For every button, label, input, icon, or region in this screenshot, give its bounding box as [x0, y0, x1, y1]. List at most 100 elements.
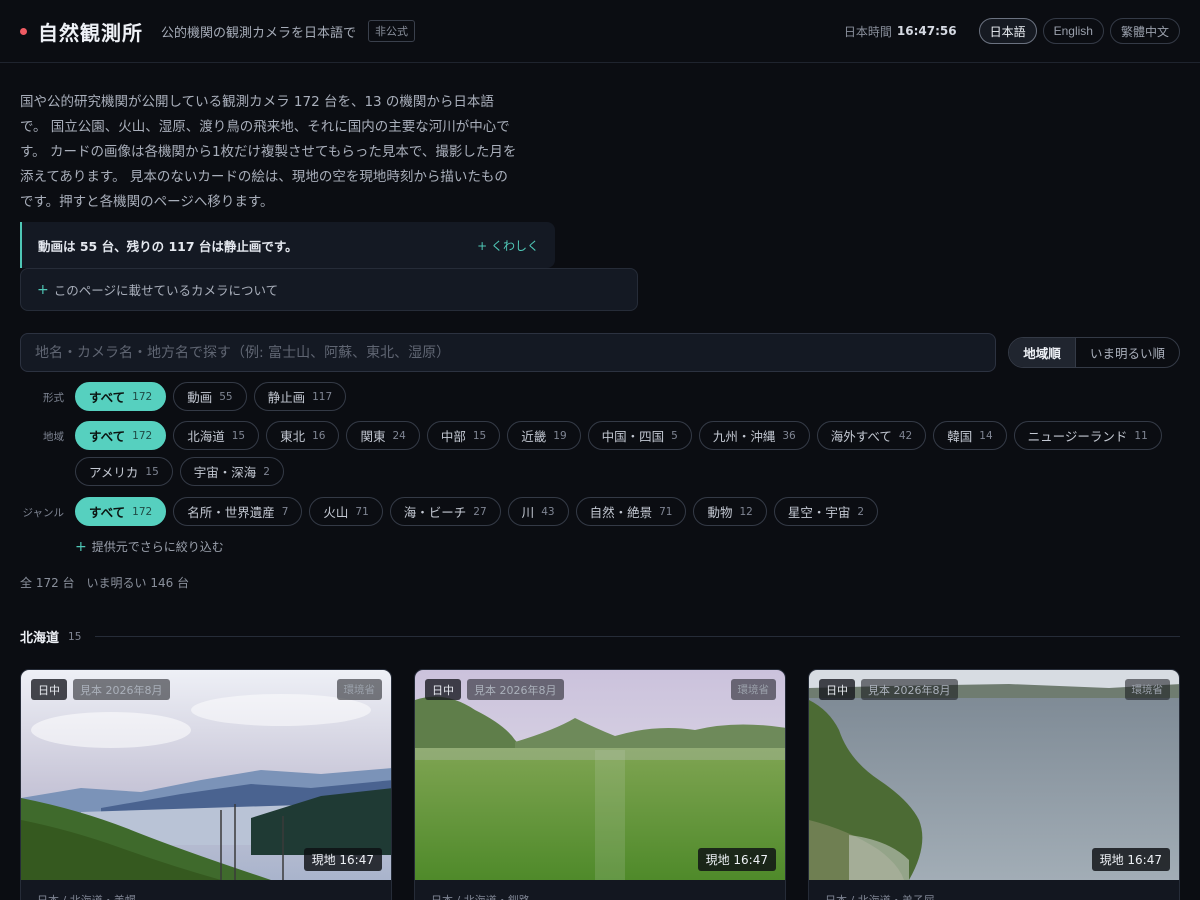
chip-count: 12: [739, 505, 753, 518]
chip-label: 火山: [323, 505, 349, 520]
camera-location: 日本 / 北海道・弟子屈: [825, 892, 935, 900]
agency-tag: 環境省: [336, 679, 382, 700]
notice-more-link[interactable]: + くわしく: [477, 237, 539, 254]
daytime-tag: 日中: [819, 679, 855, 700]
plus-icon: +: [37, 281, 49, 298]
chip-count: 15: [231, 429, 246, 442]
region-chip-kanto[interactable]: 関東 24: [346, 421, 420, 450]
region-chip-new-zealand[interactable]: ニュージーランド 11: [1013, 421, 1162, 450]
clock-label: 日本時間: [843, 24, 892, 39]
region-chip-korea[interactable]: 韓国 14: [933, 421, 1007, 450]
about-cameras-toggle[interactable]: + このページに載せているカメラについて: [20, 268, 638, 311]
region-filter-label: 地域: [43, 431, 64, 443]
daytime-tag: 日中: [31, 679, 67, 700]
genre-chip-volcano[interactable]: 火山 71: [309, 497, 383, 526]
chip-label: 中部: [440, 429, 466, 444]
genre-chip-animals[interactable]: 動物 12: [693, 497, 767, 526]
region-chip-all[interactable]: すべて 172: [75, 421, 167, 450]
format-chip-still[interactable]: 静止画 117: [253, 382, 347, 411]
chip-label: 動画: [187, 390, 213, 405]
sort-toggle: 地域順 いま明るい順: [1008, 337, 1180, 368]
chip-label: 自然・絶景: [589, 505, 653, 520]
genre-chip-landmarks[interactable]: 名所・世界遺産 7: [173, 497, 303, 526]
chip-label: すべて: [89, 505, 126, 520]
live-indicator-dot: [20, 27, 27, 35]
lang-traditional-chinese-button[interactable]: 繁體中文: [1109, 18, 1180, 44]
chip-count: 7: [281, 505, 289, 518]
header-controls: 日本時間 16:47:56 日本語 English 繁體中文: [844, 18, 1180, 44]
chip-count: 55: [219, 390, 233, 403]
total-count: 全 172 台: [20, 576, 75, 590]
chip-count: 16: [312, 429, 326, 442]
provider-filter-label: 提供元でさらに絞り込む: [91, 540, 224, 554]
intro-paragraph: 国や公的研究機関が公開している観測カメラ 172 台を、13 の機関から日本語で…: [20, 94, 517, 210]
camera-card[interactable]: 日中 見本 2026年8月 環境省 現地 16:47 日本 / 北海道・弟子屈: [808, 669, 1180, 900]
site-title[interactable]: 自然観測所: [38, 17, 143, 46]
camera-card[interactable]: 日中 見本 2026年8月 環境省 現地 16:47 日本 / 北海道・釧路: [414, 669, 786, 900]
chip-label: 韓国: [947, 429, 973, 444]
search-input[interactable]: [20, 333, 996, 372]
provider-filter-toggle[interactable]: + 提供元でさらに絞り込む: [75, 538, 224, 555]
section-divider: [95, 636, 1180, 637]
sample-date-tag: 見本 2026年8月: [73, 679, 170, 700]
region-chip-tohoku[interactable]: 東北 16: [266, 421, 340, 450]
about-cameras-label: このページに載せているカメラについて: [53, 283, 279, 298]
chip-label: 東北: [280, 429, 306, 444]
clock-value: 16:47:56: [896, 24, 957, 38]
bright-count: いま明るい 146 台: [86, 576, 190, 590]
region-chip-usa[interactable]: アメリカ 15: [75, 457, 173, 486]
chip-count: 15: [145, 465, 159, 478]
region-chip-overseas[interactable]: 海外すべて 42: [816, 421, 927, 450]
chip-count: 14: [979, 429, 993, 442]
region-chip-chubu[interactable]: 中部 15: [426, 421, 501, 450]
chip-count: 172: [132, 429, 153, 442]
region-chip-kinki[interactable]: 近畿 19: [507, 421, 581, 450]
chip-count: 15: [472, 429, 487, 442]
site-subtitle: 公的機関の観測カメラを日本語で: [161, 25, 357, 41]
genre-filter-chips: すべて 172 名所・世界遺産 7 火山 71 海・ビーチ 27 川 43 自然・絶景 71…: [75, 497, 879, 526]
chip-label: 海外すべて: [830, 429, 892, 444]
chip-count: 11: [1134, 429, 1148, 442]
chip-count: 27: [473, 505, 487, 518]
chip-label: 星空・宇宙: [787, 505, 851, 520]
chip-count: 24: [392, 429, 406, 442]
format-filter-label: 形式: [43, 392, 64, 404]
camera-location: 日本 / 北海道・美幌: [37, 892, 136, 900]
camera-card[interactable]: 日中 見本 2026年8月 環境省 現地 16:47 日本 / 北海道・美幌: [20, 669, 392, 900]
chip-label: 近畿: [521, 429, 547, 444]
chip-label: 動物: [707, 505, 733, 520]
chip-count: 71: [355, 505, 369, 518]
chip-count: 172: [132, 505, 153, 518]
chip-label: 川: [521, 505, 535, 520]
lang-japanese-button[interactable]: 日本語: [978, 18, 1037, 44]
region-chip-chugoku-shikoku[interactable]: 中国・四国 5: [587, 421, 692, 450]
region-chip-space-deep-sea[interactable]: 宇宙・深海 2: [179, 457, 284, 486]
chip-label: 九州・沖縄: [712, 429, 776, 444]
sort-by-brightness-button[interactable]: いま明るい順: [1075, 338, 1179, 367]
section-title: 北海道: [20, 631, 60, 646]
genre-chip-river[interactable]: 川 43: [507, 497, 569, 526]
format-chip-all[interactable]: すべて 172: [75, 382, 167, 411]
region-chip-hokkaido[interactable]: 北海道 15: [173, 421, 260, 450]
format-chip-video[interactable]: 動画 55: [173, 382, 247, 411]
agency-tag: 環境省: [1124, 679, 1170, 700]
chip-count: 117: [312, 390, 333, 403]
genre-chip-starry-sky[interactable]: 星空・宇宙 2: [773, 497, 879, 526]
genre-chip-all[interactable]: すべて 172: [75, 497, 167, 526]
section-header-hokkaido: 北海道 15: [20, 627, 1180, 646]
unofficial-badge: 非公式: [368, 20, 416, 42]
region-chip-kyushu-okinawa[interactable]: 九州・沖縄 36: [698, 421, 810, 450]
totals: 全 172 台いま明るい 146 台: [20, 574, 189, 591]
genre-chip-nature-scenery[interactable]: 自然・絶景 71: [575, 497, 687, 526]
format-filter-chips: すべて 172 動画 55 静止画 117: [75, 382, 347, 411]
plus-icon: +: [477, 238, 491, 253]
lang-english-button[interactable]: English: [1042, 18, 1104, 44]
video-notice-text: 動画は 55 台、残りの 117 台は静止画です。: [38, 238, 298, 254]
site-header: 自然観測所 公的機関の観測カメラを日本語で 非公式 日本時間 16:47:56 …: [0, 0, 1200, 63]
chip-count: 2: [263, 465, 270, 478]
genre-chip-sea-beach[interactable]: 海・ビーチ 27: [389, 497, 501, 526]
genre-filter-label: ジャンル: [22, 507, 64, 519]
daytime-tag: 日中: [425, 679, 461, 700]
chip-count: 36: [782, 429, 796, 442]
sort-by-region-button[interactable]: 地域順: [1009, 338, 1075, 367]
